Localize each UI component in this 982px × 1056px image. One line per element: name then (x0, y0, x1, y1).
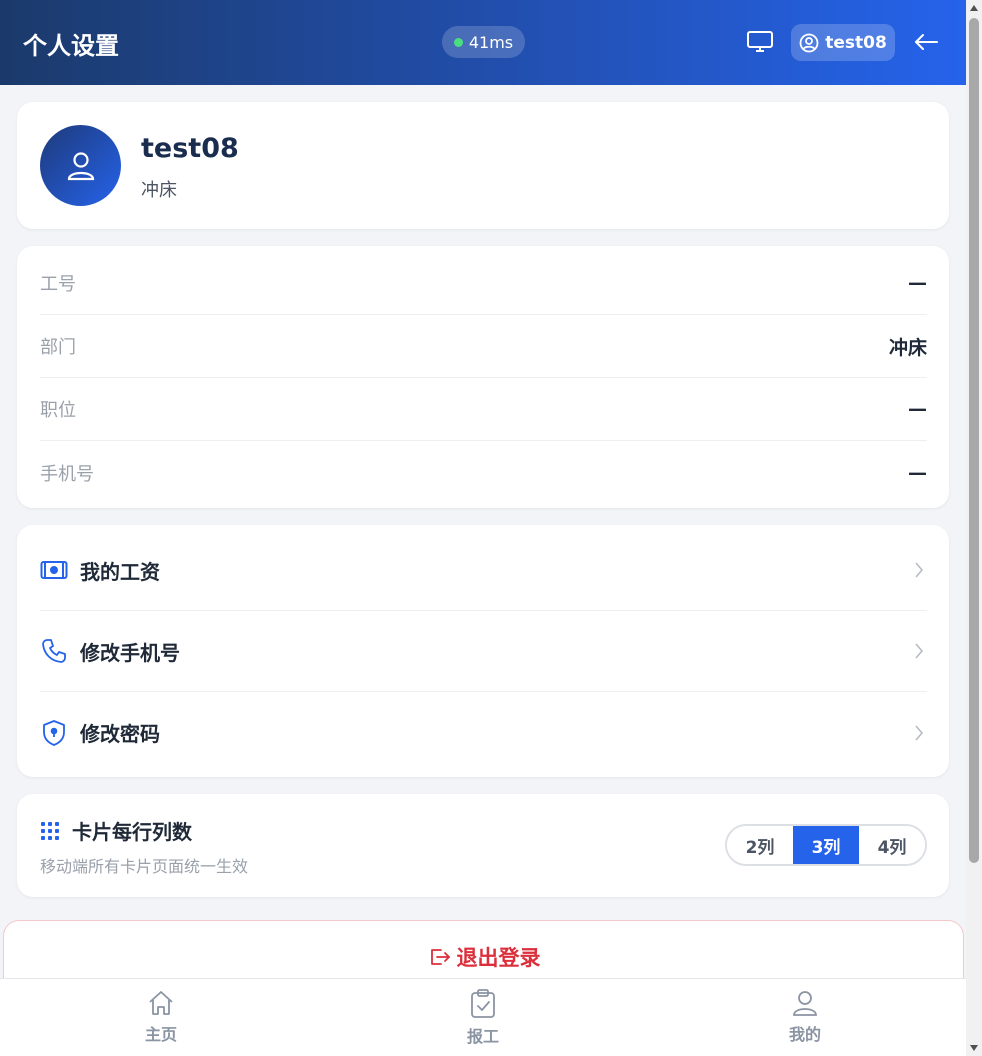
clipboard-check-icon (471, 989, 495, 1018)
app-viewport: 个人设置 41ms test08 test08 冲床 工号 — 部门 冲床 职位… (0, 0, 966, 1056)
latency-value: 41ms (468, 32, 514, 52)
user-circle-icon (799, 33, 819, 52)
user-chip-button[interactable]: test08 (791, 24, 895, 61)
scroll-down-arrow-icon[interactable] (966, 1040, 982, 1056)
columns-setting-card: 卡片每行列数 移动端所有卡片页面统一生效 2列 3列 4列 (17, 794, 949, 897)
columns-option-3[interactable]: 3列 (793, 826, 859, 864)
menu-item-change-phone[interactable]: 修改手机号 (40, 611, 927, 692)
scroll-thumb[interactable] (969, 18, 979, 863)
info-row-phone: 手机号 — (40, 441, 927, 504)
page-title: 个人设置 (23, 32, 119, 60)
nav-item-mine[interactable]: 我的 (745, 989, 865, 1049)
phone-icon (42, 639, 66, 663)
monitor-button[interactable] (745, 28, 775, 56)
nav-item-report[interactable]: 报工 (423, 989, 543, 1049)
nav-item-home[interactable]: 主页 (101, 989, 221, 1049)
avatar (40, 125, 121, 206)
top-header: 个人设置 41ms test08 (0, 0, 966, 85)
columns-subtitle: 移动端所有卡片页面统一生效 (40, 857, 249, 876)
menu-item-change-password[interactable]: 修改密码 (40, 692, 927, 773)
menu-card: 我的工资 修改手机号 修改密码 (17, 525, 949, 777)
shield-lock-icon (43, 719, 65, 746)
arrow-left-icon (915, 34, 938, 50)
grid-icon (41, 821, 59, 840)
back-button[interactable] (910, 27, 942, 57)
menu-item-label: 我的工资 (80, 559, 160, 584)
home-icon (149, 991, 173, 1015)
profile-department: 冲床 (141, 180, 177, 201)
logout-icon (430, 949, 450, 965)
logout-label: 退出登录 (456, 946, 541, 970)
user-icon (67, 151, 94, 180)
info-card: 工号 — 部门 冲床 职位 — 手机号 — (17, 246, 949, 508)
info-row-position: 职位 — (40, 378, 927, 441)
info-label: 工号 (40, 274, 76, 295)
columns-title: 卡片每行列数 (72, 820, 192, 844)
monitor-icon (747, 31, 773, 52)
info-value: — (908, 272, 927, 294)
profile-name: test08 (141, 133, 239, 164)
status-dot-icon (453, 37, 463, 47)
profile-card: test08 冲床 (17, 102, 949, 229)
nav-item-label: 报工 (466, 1027, 499, 1046)
info-value: — (908, 398, 927, 420)
columns-option-2[interactable]: 2列 (727, 826, 793, 864)
nav-item-label: 主页 (144, 1025, 177, 1044)
cash-icon (40, 561, 68, 579)
info-label: 职位 (40, 400, 76, 421)
info-value: — (908, 461, 927, 484)
info-value: 冲床 (888, 336, 927, 359)
info-row-department: 部门 冲床 (40, 315, 927, 378)
menu-item-salary[interactable]: 我的工资 (40, 530, 927, 611)
latency-badge: 41ms (442, 26, 525, 58)
menu-item-label: 修改手机号 (80, 640, 180, 665)
columns-option-4[interactable]: 4列 (859, 826, 925, 864)
user-icon (793, 991, 817, 1016)
info-row-employee-id: 工号 — (40, 252, 927, 315)
scroll-up-arrow-icon[interactable] (966, 0, 982, 16)
scrollbar[interactable] (966, 0, 982, 1056)
chevron-right-icon (915, 562, 924, 578)
user-chip-label: test08 (825, 32, 887, 53)
info-label: 手机号 (40, 463, 94, 485)
columns-segmented-control: 2列 3列 4列 (725, 824, 927, 866)
nav-item-label: 我的 (788, 1025, 821, 1044)
bottom-nav: 主页 报工 我的 (0, 978, 966, 1056)
info-label: 部门 (40, 337, 76, 358)
chevron-right-icon (915, 643, 924, 659)
chevron-right-icon (915, 724, 924, 741)
menu-item-label: 修改密码 (80, 722, 160, 746)
